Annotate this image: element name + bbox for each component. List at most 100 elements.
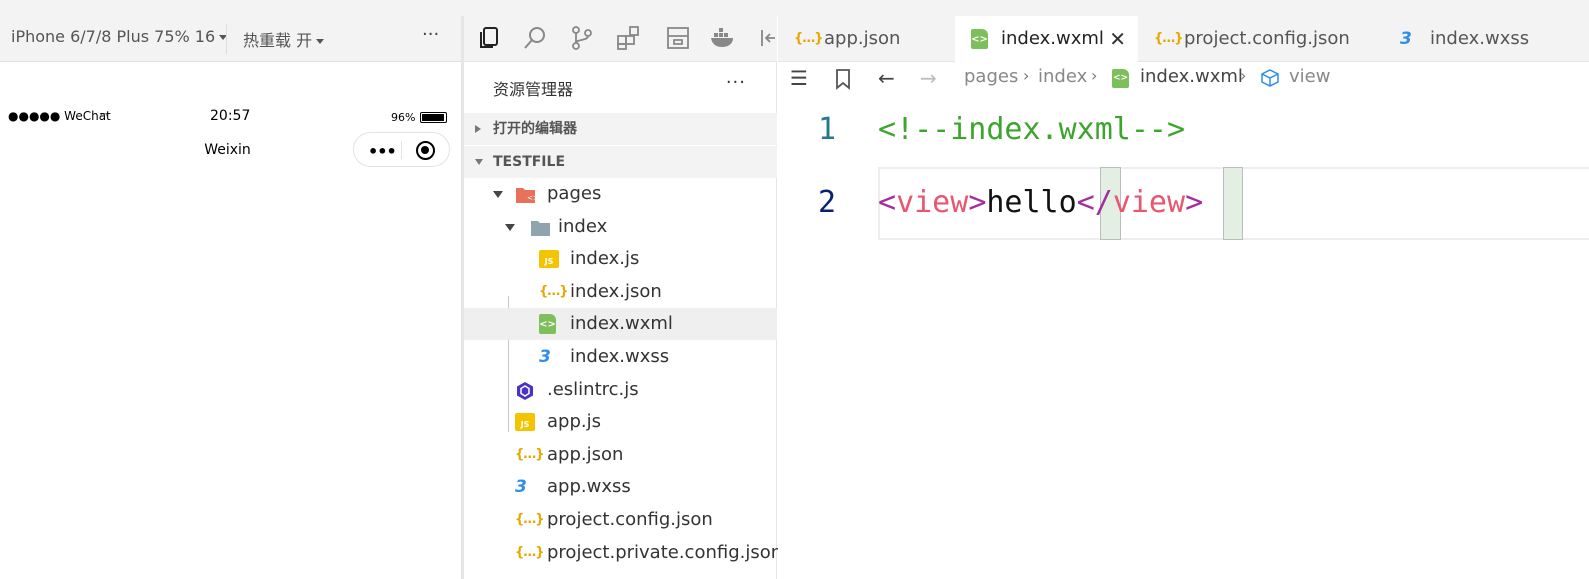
json-file-icon: {…} [794, 31, 824, 46]
tree-item-label: index.js [570, 248, 640, 270]
explorer-more-button[interactable]: ··· [726, 72, 746, 93]
tag-token: view [1112, 185, 1186, 220]
breadcrumb-index[interactable]: index [1038, 66, 1087, 87]
open-editors-section[interactable]: 打开的编辑器 [464, 113, 777, 145]
tree-item-pages[interactable]: <> pages [464, 178, 777, 210]
close-icon[interactable]: ✕ [1109, 16, 1126, 62]
bracket-token: > [968, 185, 987, 220]
json-file-icon: {…} [515, 544, 545, 560]
tab-index-wxss[interactable]: 3 index.wxss [1384, 16, 1589, 62]
tree-item-index-wxss[interactable]: 3 index.wxss [464, 341, 777, 373]
tree-item-label: app.js [547, 411, 601, 433]
battery-label: 96% [391, 111, 416, 124]
tree-item-label: index.wxml [570, 313, 673, 335]
chevron-right-icon: › [1023, 66, 1030, 85]
bookmark-icon[interactable] [835, 68, 851, 90]
wifi-icon: ◠ [100, 112, 108, 122]
explorer-panel: 资源管理器 ··· 打开的编辑器 TESTFILE <> pages index JS… [464, 62, 782, 579]
tab-project-config-json[interactable]: {…} project.config.json [1138, 16, 1384, 62]
battery-icon [420, 112, 447, 123]
simulator-more-button[interactable]: ··· [422, 24, 439, 45]
bracket-token: > [1185, 185, 1204, 220]
capsule-menu[interactable]: ••• [353, 132, 450, 167]
json-file-icon: {…} [515, 512, 545, 527]
tree-item-label: index.json [570, 280, 662, 302]
tree-item-index[interactable]: index [464, 211, 777, 243]
tree-item-index-js[interactable]: JS index.js [464, 243, 777, 275]
tree-item-index-wxml[interactable]: <> index.wxml [464, 308, 777, 341]
chevron-right-icon: › [1240, 66, 1247, 85]
tree-item-label: project.private.config.json [547, 541, 783, 563]
chevron-down-icon [493, 191, 503, 198]
tab-app-json[interactable]: {…} app.json [778, 16, 955, 62]
line-number: 2 [818, 185, 837, 220]
docker-icon[interactable] [709, 24, 737, 52]
wxml-file-icon: <> [1112, 69, 1129, 88]
tree-item-app-wxss[interactable]: 3 app.wxss [464, 471, 777, 503]
folder-icon [530, 217, 550, 237]
source-control-icon[interactable] [568, 24, 596, 52]
tag-token: view [896, 185, 969, 220]
layout-icon[interactable] [664, 24, 692, 52]
panel-toggle-icon[interactable] [758, 24, 777, 52]
code-line-1: <!--index.wxml--> [878, 112, 1185, 147]
capsule-divider [401, 141, 402, 159]
files-icon[interactable] [475, 24, 503, 52]
tree-item-project-private-config-json[interactable]: {…} project.private.config.json [464, 537, 782, 569]
tree-item-app-json[interactable]: {…} app.json [464, 439, 777, 471]
tree-item-eslintrc-js[interactable]: .eslintrc.js [464, 374, 777, 406]
tree-item-app-js[interactable]: JS app.js [464, 406, 777, 438]
tab-label: project.config.json [1184, 28, 1350, 49]
chevron-down-icon [475, 159, 483, 165]
extensions-icon[interactable] [615, 24, 643, 52]
json-file-icon: {…} [515, 446, 545, 462]
chevron-right-icon [475, 125, 481, 133]
pages-folder-icon: <> [515, 184, 539, 204]
bracket-token: </ [1076, 185, 1113, 220]
divider [226, 24, 227, 54]
editor-toolbar: ☰ ← → pages › index › <> index.wxml › vi… [778, 62, 1589, 94]
breadcrumb-file[interactable]: index.wxml [1140, 66, 1243, 87]
hot-reload-toggle[interactable]: 热重载 开 [243, 27, 325, 51]
hot-reload-label: 热重载 开 [243, 31, 313, 50]
bracket-token: < [878, 185, 897, 220]
device-select[interactable]: iPhone 6/7/8 Plus 75% 16 [11, 27, 228, 46]
chevron-down-icon [316, 39, 325, 44]
forward-arrow-icon[interactable]: → [920, 66, 937, 90]
json-file-icon: {…} [1154, 31, 1184, 46]
back-arrow-icon[interactable]: ← [878, 66, 895, 90]
project-section[interactable]: TESTFILE [464, 146, 777, 178]
tab-label: index.wxss [1430, 28, 1530, 49]
tree-item-label: index.wxss [570, 346, 670, 367]
breadcrumb-view[interactable]: view [1289, 66, 1330, 87]
device-select-label: iPhone 6/7/8 Plus 75% 16 [11, 27, 216, 46]
eslint-file-icon [515, 380, 535, 400]
wxss-file-icon: 3 [515, 477, 527, 498]
more-dots-icon[interactable]: ••• [368, 142, 397, 161]
wxss-file-icon: 3 [539, 347, 551, 367]
wxss-file-icon: 3 [1400, 29, 1412, 49]
code-line-2: <view>hello</view> [878, 185, 1203, 220]
tree-item-label: app.json [547, 443, 624, 465]
wxml-file-icon: <> [539, 314, 556, 335]
line-number: 1 [818, 112, 837, 147]
activity-bar [464, 16, 777, 62]
explorer-title: 资源管理器 [493, 80, 574, 99]
search-icon[interactable] [521, 24, 549, 52]
outline-list-icon[interactable]: ☰ [790, 66, 808, 90]
tab-label: index.wxml [1001, 28, 1104, 49]
carrier-label: ●●●●● WeChat [8, 109, 111, 123]
close-capsule-icon[interactable] [416, 141, 435, 160]
tree-item-project-config-json[interactable]: {…} project.config.json [464, 504, 777, 536]
top-menu-strip [0, 0, 1589, 16]
breadcrumb-pages[interactable]: pages [964, 66, 1018, 87]
tab-label: app.json [824, 28, 901, 49]
phone-status-bar: ●●●●● WeChat ◠ 20:57 96% [0, 108, 463, 128]
tree-item-label: app.wxss [547, 476, 631, 498]
tree-item-label: index [558, 215, 608, 237]
text-token: hello [986, 185, 1077, 220]
bracket-match-highlight [1223, 167, 1243, 240]
tree-item-label: .eslintrc.js [547, 378, 639, 400]
tree-item-index-json[interactable]: {…} index.json [464, 276, 777, 308]
tab-index-wxml[interactable]: <> index.wxml ✕ [955, 16, 1138, 62]
